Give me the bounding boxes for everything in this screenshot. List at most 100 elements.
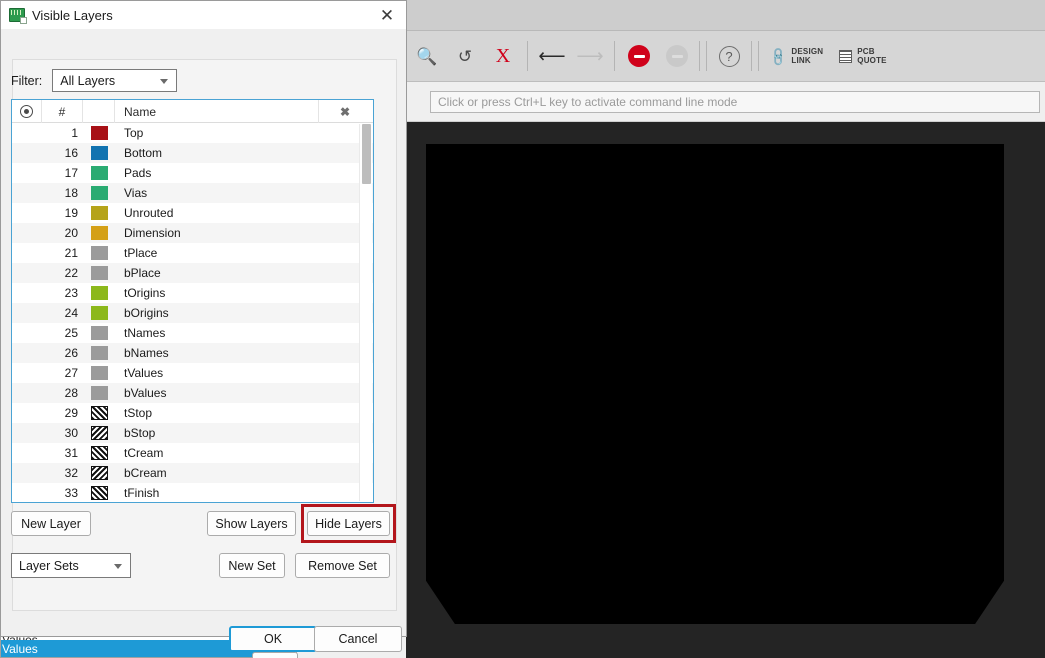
row-layer-name: Bottom (124, 146, 163, 160)
row-color-cell[interactable] (83, 403, 115, 423)
layer-sets-select[interactable]: Layer Sets (11, 553, 131, 578)
row-visibility-cell[interactable] (12, 443, 42, 463)
column-header-visibility[interactable] (12, 100, 42, 123)
table-row[interactable]: 18 Vias (12, 183, 373, 203)
table-row[interactable]: 33 tFinish (12, 483, 373, 502)
table-row[interactable]: 31 tCream (12, 443, 373, 463)
row-number: 33 (64, 486, 78, 500)
row-color-cell[interactable] (83, 303, 115, 323)
table-row[interactable]: 25 tNames (12, 323, 373, 343)
row-layer-name: tNames (124, 326, 166, 340)
table-row[interactable]: 22 bPlace (12, 263, 373, 283)
table-row[interactable]: 32 bCream (12, 463, 373, 483)
table-row[interactable]: 24 bOrigins (12, 303, 373, 323)
table-row[interactable]: 20 Dimension (12, 223, 373, 243)
row-visibility-cell[interactable] (12, 203, 42, 223)
row-layer-name: bOrigins (124, 306, 169, 320)
row-visibility-cell[interactable] (12, 143, 42, 163)
table-row[interactable]: 28 bValues (12, 383, 373, 403)
column-header-number[interactable]: # (42, 100, 83, 123)
row-color-cell[interactable] (83, 263, 115, 283)
row-color-cell[interactable] (83, 423, 115, 443)
scrollbar-thumb[interactable] (362, 124, 371, 184)
remove-set-button[interactable]: Remove Set (295, 553, 390, 578)
table-row[interactable]: 23 tOrigins (12, 283, 373, 303)
table-row[interactable]: 17 Pads (12, 163, 373, 183)
show-layers-button[interactable]: Show Layers (207, 511, 296, 536)
pcb-quote-label-line1: PCB (857, 47, 875, 56)
row-visibility-cell[interactable] (12, 343, 42, 363)
row-visibility-cell[interactable] (12, 283, 42, 303)
table-row[interactable]: 1 Top (12, 123, 373, 143)
row-visibility-cell[interactable] (12, 183, 42, 203)
row-visibility-cell[interactable] (12, 263, 42, 283)
new-layer-button[interactable]: New Layer (11, 511, 91, 536)
design-link-label-line1: DESIGN (791, 47, 824, 56)
row-visibility-cell[interactable] (12, 163, 42, 183)
row-visibility-cell[interactable] (12, 403, 42, 423)
row-visibility-cell[interactable] (12, 423, 42, 443)
stop-disabled-icon (658, 36, 696, 76)
left-panel-input[interactable] (252, 652, 298, 658)
row-color-cell[interactable] (83, 163, 115, 183)
row-number: 20 (64, 226, 78, 240)
ok-button[interactable]: OK (229, 626, 317, 652)
row-color-cell[interactable] (83, 323, 115, 343)
row-color-cell[interactable] (83, 463, 115, 483)
command-line-input[interactable]: Click or press Ctrl+L key to activate co… (430, 91, 1040, 113)
row-color-cell[interactable] (83, 223, 115, 243)
table-row[interactable]: 21 tPlace (12, 243, 373, 263)
table-row[interactable]: 16 Bottom (12, 143, 373, 163)
close-icon[interactable]: ✕ (374, 5, 400, 25)
row-color-cell[interactable] (83, 183, 115, 203)
chevron-down-icon (114, 563, 122, 569)
row-visibility-cell[interactable] (12, 223, 42, 243)
cancel-x-icon[interactable]: X (484, 36, 522, 76)
row-color-cell[interactable] (83, 383, 115, 403)
row-visibility-cell[interactable] (12, 463, 42, 483)
row-number: 22 (64, 266, 78, 280)
row-color-cell[interactable] (83, 203, 115, 223)
row-visibility-cell[interactable] (12, 303, 42, 323)
new-set-button[interactable]: New Set (219, 553, 285, 578)
row-color-cell[interactable] (83, 443, 115, 463)
row-visibility-cell[interactable] (12, 123, 42, 143)
stop-icon[interactable] (620, 36, 658, 76)
layers-table-body[interactable]: 1 Top 16 Bottom 17 Pads 18 Vias 19 Unrouted 20 Dime… (12, 123, 373, 502)
row-visibility-cell[interactable] (12, 483, 42, 502)
row-visibility-cell[interactable] (12, 243, 42, 263)
row-color-cell[interactable] (83, 283, 115, 303)
zoom-icon[interactable]: 🔍 (408, 36, 446, 76)
row-color-cell[interactable] (83, 143, 115, 163)
table-row[interactable]: 26 bNames (12, 343, 373, 363)
table-row[interactable]: 30 bStop (12, 423, 373, 443)
row-color-cell[interactable] (83, 343, 115, 363)
row-visibility-cell[interactable] (12, 323, 42, 343)
redo-icon: ⟶ (576, 45, 604, 67)
table-row[interactable]: 29 tStop (12, 403, 373, 423)
refresh-icon[interactable]: ↺ (446, 36, 484, 76)
color-swatch (90, 306, 108, 320)
hide-layers-button[interactable]: Hide Layers (307, 511, 390, 536)
cancel-button[interactable]: Cancel (314, 626, 402, 652)
row-color-cell[interactable] (83, 123, 115, 143)
column-header-remove[interactable]: ✖ (319, 100, 371, 123)
layers-table-scrollbar[interactable] (359, 124, 372, 501)
color-swatch (90, 486, 108, 500)
row-visibility-cell[interactable] (12, 383, 42, 403)
pcb-quote-button[interactable]: PCB QUOTE (831, 36, 894, 76)
row-visibility-cell[interactable] (12, 363, 42, 383)
undo-icon[interactable]: ⟵ (533, 36, 571, 76)
filter-select[interactable]: All Layers (52, 69, 178, 92)
table-row[interactable]: 27 tValues (12, 363, 373, 383)
table-row[interactable]: 19 Unrouted (12, 203, 373, 223)
color-swatch (90, 206, 108, 220)
help-icon[interactable]: ? (710, 36, 748, 76)
column-header-name[interactable]: Name (115, 100, 319, 123)
pcb-canvas[interactable] (406, 122, 1045, 658)
row-number: 26 (64, 346, 78, 360)
design-link-button[interactable]: 🔗 DESIGN LINK (762, 36, 831, 76)
row-color-cell[interactable] (83, 483, 115, 502)
row-color-cell[interactable] (83, 243, 115, 263)
row-color-cell[interactable] (83, 363, 115, 383)
